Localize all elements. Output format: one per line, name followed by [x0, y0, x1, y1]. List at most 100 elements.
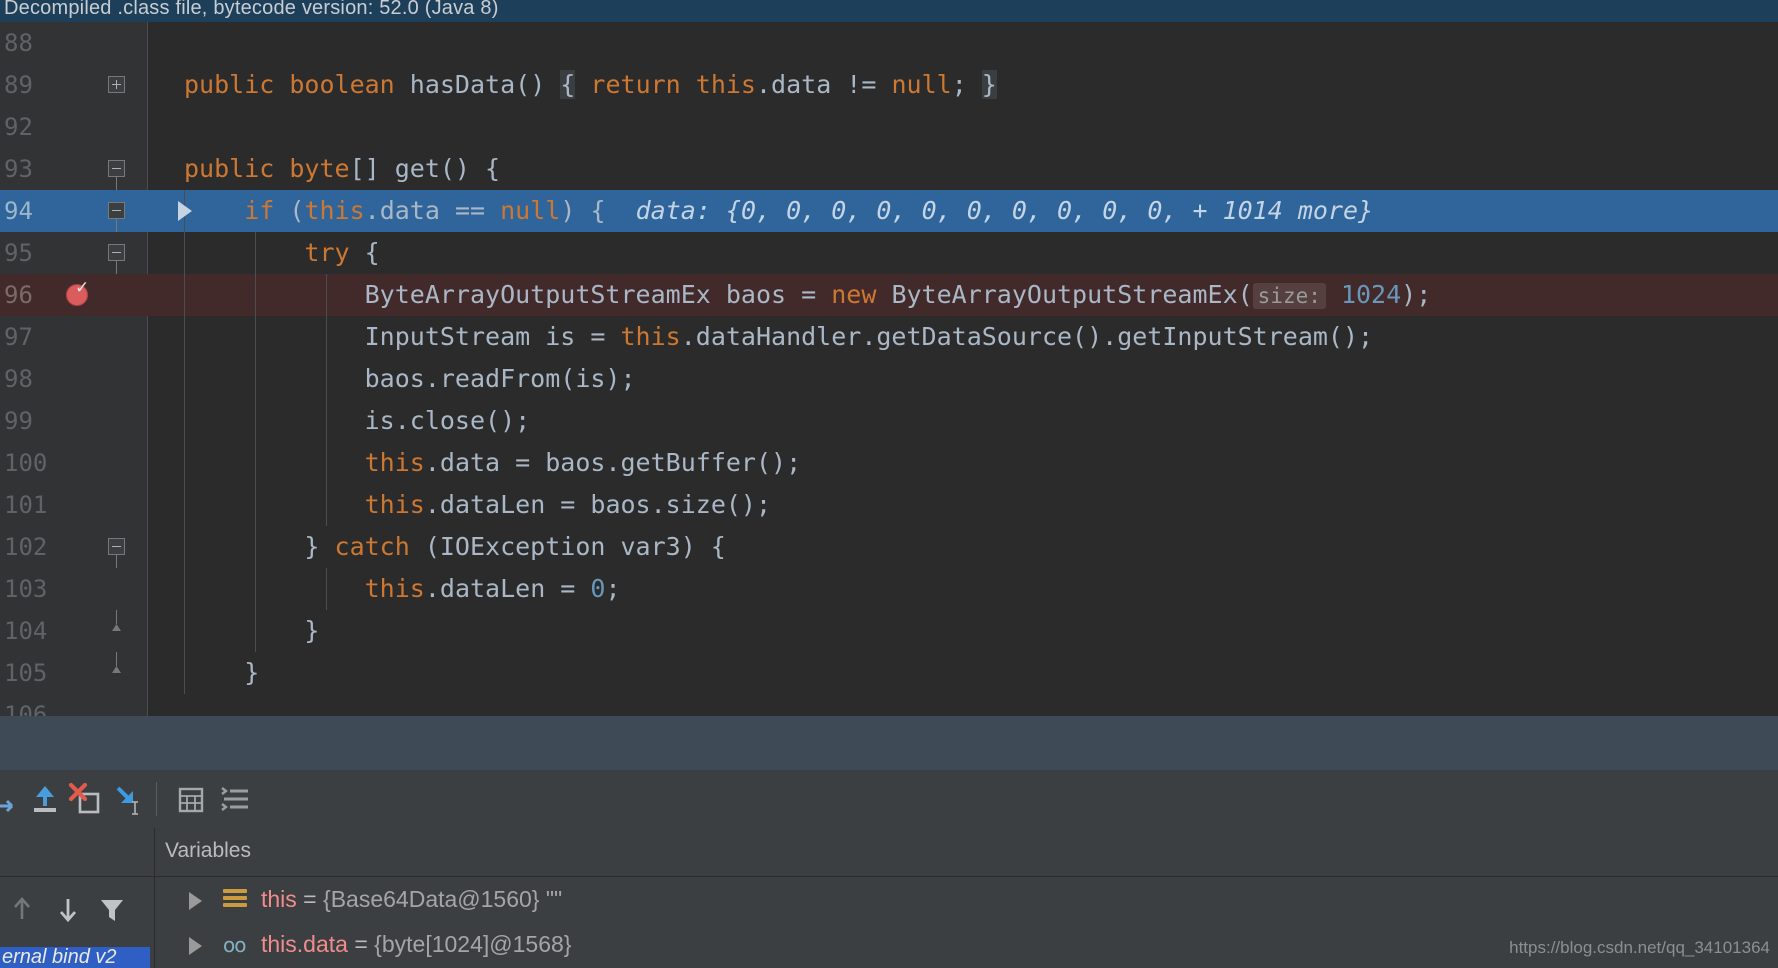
code-token: } — [981, 70, 997, 99]
code-text: if (this.data == null) { data: {0, 0, 0,… — [148, 190, 1373, 232]
code-text: ByteArrayOutputStreamEx baos = new ByteA… — [148, 274, 1431, 317]
code-token: (IOException var3) { — [424, 532, 726, 561]
code-editor[interactable]: 88 89 public boolean hasData() { return th… — [0, 22, 1778, 716]
variables-tab-header[interactable]: Variables — [155, 828, 1778, 876]
code-token: .data = baos.getBuffer(); — [424, 448, 802, 477]
code-text: InputStream is = this.dataHandler.getDat… — [148, 316, 1373, 358]
code-line[interactable]: 94 if (this.data == null) { data: {0, 0,… — [0, 190, 1778, 232]
variable-value: {Base64Data@1560} "" — [323, 886, 563, 912]
line-number: 106 — [4, 701, 48, 716]
line-number: 100 — [4, 449, 48, 477]
parameter-hint: size: — [1252, 283, 1326, 309]
fold-collapse-icon[interactable] — [108, 160, 125, 177]
expand-triangle-icon[interactable] — [189, 937, 202, 955]
code-token: hasData() — [409, 70, 561, 99]
code-line[interactable]: 96 ✓ ByteArrayOutputStreamEx baos = new B… — [0, 274, 1778, 316]
fold-collapse-icon[interactable] — [108, 202, 125, 219]
code-token: this — [364, 490, 425, 519]
breakpoint-verified-check-icon: ✓ — [75, 278, 90, 298]
decompiled-class-banner: Decompiled .class file, bytecode version… — [0, 0, 1778, 22]
code-token: } — [184, 616, 320, 645]
variable-equals: = — [296, 886, 324, 912]
code-token: } — [184, 532, 335, 561]
code-line[interactable]: 100 this.data = baos.getBuffer(); — [0, 442, 1778, 484]
variable-name: this — [261, 886, 297, 912]
variable-row[interactable]: this = {Base64Data@1560} "" — [155, 877, 1778, 922]
code-token: ; — [605, 574, 621, 603]
code-token: this — [364, 574, 425, 603]
code-token: byte — [289, 154, 350, 183]
code-token: ByteArrayOutputStreamEx( — [891, 280, 1253, 309]
code-token: if — [244, 196, 290, 225]
code-token: public — [184, 70, 290, 99]
code-token: new — [831, 280, 892, 309]
fold-collapse-icon[interactable] — [108, 244, 125, 261]
line-number: 97 — [4, 323, 33, 351]
fold-stem — [116, 554, 117, 568]
line-number: 88 — [4, 29, 33, 57]
code-line[interactable]: 93 public byte[] get() { — [0, 148, 1778, 190]
expand-triangle-icon[interactable] — [189, 892, 202, 910]
line-number: 101 — [4, 491, 48, 519]
line-number: 96 — [4, 281, 33, 309]
step-out-button[interactable] — [26, 780, 64, 818]
line-number: 104 — [4, 617, 48, 645]
variable-text: this.data = {byte[1024]@1568} — [261, 922, 571, 967]
code-line[interactable]: 95 try { — [0, 232, 1778, 274]
drop-frame-button[interactable] — [66, 780, 104, 818]
code-token: ; — [951, 70, 982, 99]
code-line[interactable]: 88 — [0, 22, 1778, 64]
debugger-toolbar[interactable] — [0, 770, 1778, 828]
code-line[interactable]: 103 this.dataLen = 0; — [0, 568, 1778, 610]
code-text: public boolean hasData() { return this.d… — [148, 64, 997, 106]
fold-expand-icon[interactable] — [108, 76, 125, 93]
line-number: 98 — [4, 365, 33, 393]
move-down-button[interactable] — [50, 891, 86, 927]
code-token: .dataLen = — [424, 574, 591, 603]
fold-collapse-icon[interactable] — [108, 538, 125, 555]
stack-frame-icon — [223, 889, 247, 911]
bottom-tab-label[interactable]: ernal bind v2 — [0, 947, 150, 968]
code-text: } — [148, 610, 319, 652]
code-token: 1024 — [1340, 280, 1402, 309]
settings-button[interactable] — [216, 780, 254, 818]
code-line[interactable]: 106 — [0, 694, 1778, 716]
fold-stem — [116, 652, 117, 666]
code-text: } — [148, 652, 259, 694]
breakpoint-icon[interactable]: ✓ — [66, 278, 90, 306]
step-over-button[interactable] — [0, 780, 28, 818]
code-line[interactable]: 99 is.close(); — [0, 400, 1778, 442]
filter-button[interactable] — [94, 891, 130, 927]
code-token: baos.readFrom(is); — [184, 364, 636, 393]
code-line[interactable]: 89 public boolean hasData() { return this… — [0, 64, 1778, 106]
code-line[interactable]: 102 } catch (IOException var3) { — [0, 526, 1778, 568]
code-token: .dataLen = baos.size(); — [424, 490, 772, 519]
move-up-button[interactable] — [4, 891, 40, 927]
code-token: [] get() { — [349, 154, 501, 183]
code-token: .data == — [364, 196, 501, 225]
code-token: null — [500, 196, 561, 225]
code-line[interactable]: 92 — [0, 106, 1778, 148]
code-token: { — [364, 238, 380, 267]
evaluate-expression-button[interactable] — [172, 780, 210, 818]
idea-debugger-window: Decompiled .class file, bytecode version… — [0, 0, 1778, 968]
code-line[interactable]: 97 InputStream is = this.dataHandler.get… — [0, 316, 1778, 358]
code-token: ByteArrayOutputStreamEx baos = — [184, 280, 832, 309]
code-lines[interactable]: 88 89 public boolean hasData() { return th… — [0, 22, 1778, 716]
code-token: ) { — [560, 196, 636, 225]
force-step-into-button[interactable] — [108, 780, 146, 818]
toolbar-separator — [156, 782, 157, 816]
code-line[interactable]: 104 } — [0, 610, 1778, 652]
code-line[interactable]: 101 this.dataLen = baos.size(); — [0, 484, 1778, 526]
code-text: this.data = baos.getBuffer(); — [148, 442, 802, 484]
fold-stem — [116, 218, 117, 232]
line-number: 93 — [4, 155, 33, 183]
code-text: } catch (IOException var3) { — [148, 526, 726, 568]
variable-equals: = — [347, 931, 375, 957]
code-token: ); — [1401, 280, 1432, 309]
code-line[interactable]: 105 } — [0, 652, 1778, 694]
code-token: this — [620, 322, 681, 351]
code-line[interactable]: 98 baos.readFrom(is); — [0, 358, 1778, 400]
variable-text: this = {Base64Data@1560} "" — [261, 877, 562, 922]
